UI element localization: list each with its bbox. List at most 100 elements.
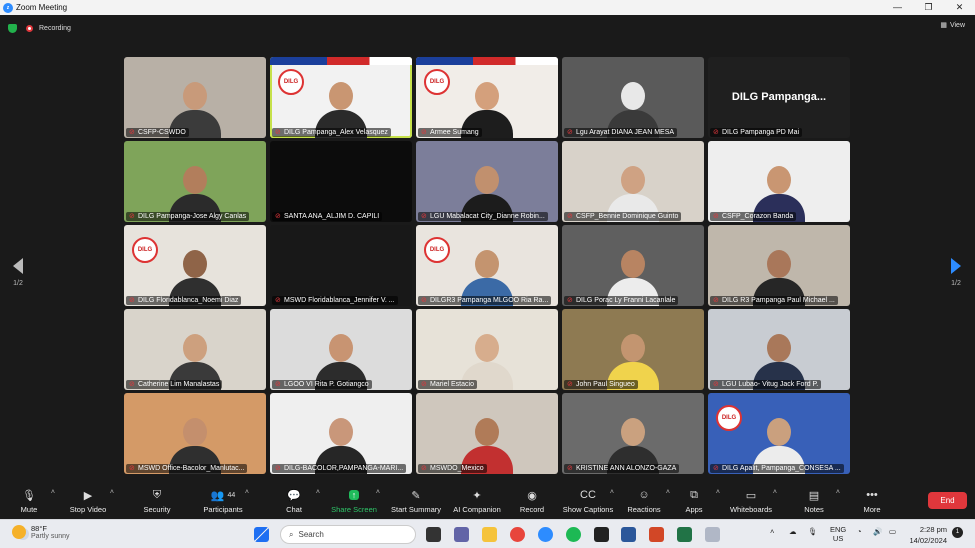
participants-icon-glyph: 👥	[210, 489, 225, 502]
person-head	[767, 166, 791, 194]
caret-up-icon[interactable]: ˄	[51, 489, 55, 496]
muted-mic-icon: ⊘	[567, 381, 573, 388]
start-summary-button[interactable]: ✎ Start Summary	[386, 488, 446, 515]
person-head	[183, 334, 207, 362]
show-captions-button[interactable]: CC Show Captions ˄	[558, 488, 618, 514]
more-dots-icon: •••	[866, 488, 878, 502]
chat-bubble-icon-glyph: 💬	[287, 489, 301, 502]
word-icon[interactable]	[621, 527, 636, 542]
weather-widget[interactable]: 88°F Partly sunny	[12, 524, 70, 540]
participant-tile[interactable]: ⊘ CSFP_Corazon Banda	[708, 141, 850, 222]
spotify-icon[interactable]	[566, 527, 581, 542]
participant-tile[interactable]: ⊘ DILG Pampanga-Jose Algy Canlas	[124, 141, 266, 222]
record-button[interactable]: ◉ Record	[502, 488, 562, 515]
participant-tile[interactable]: ⊘ KRISTINE ANN ALONZO-GAZA	[562, 393, 704, 474]
participant-tile[interactable]: ⊘ MSWDO_Mexico	[416, 393, 558, 474]
prev-page-button[interactable]: 1/2	[8, 258, 28, 287]
microphone-icon: 🎙	[22, 488, 36, 502]
share-screen-button[interactable]: ↑ Share Screen ˄	[324, 488, 384, 514]
end-meeting-button[interactable]: End	[928, 492, 967, 509]
participant-tile[interactable]: ⊘ CSFP_Bennie Dominique Guinto	[562, 141, 704, 222]
participant-tile[interactable]: ⊘ Mariel Estacio	[416, 309, 558, 390]
start-button-windows-icon[interactable]	[254, 527, 269, 542]
captions-icon: CC	[580, 488, 596, 502]
maximize-button[interactable]: ❐	[913, 0, 944, 15]
caret-up-icon[interactable]: ˄	[376, 489, 380, 496]
participant-tile[interactable]: ⊘ John Paul Singueo	[562, 309, 704, 390]
participant-tile[interactable]: ⊘ LGU Mabalacat City_Dianne Robin...	[416, 141, 558, 222]
participant-name-label: ⊘ Lgu Arayat DIANA JEAN MESA	[564, 128, 678, 137]
microphone-tray-icon[interactable]: 🎙	[808, 527, 818, 536]
excel-icon[interactable]	[677, 527, 692, 542]
participant-name-label: ⊘ LGOO VI Rita P. Gotiangco	[272, 380, 372, 389]
muted-mic-icon: ⊘	[713, 129, 719, 136]
show-hidden-icons-icon[interactable]: ˄	[770, 527, 774, 536]
participant-tile[interactable]: DILG ⊘ DILG Pampanga_Alex Velasquez	[270, 57, 412, 138]
clock-time: 2:28 pm	[919, 525, 947, 534]
apps-button[interactable]: ⧉ Apps ˄	[664, 488, 724, 515]
participant-tile[interactable]: ⊘ MSWD Office-Bacolor_Manlutac...	[124, 393, 266, 474]
muted-mic-icon: ⊘	[567, 297, 573, 304]
record-icon-glyph: ◉	[527, 489, 537, 502]
teams-icon[interactable]	[454, 527, 469, 542]
file-explorer-icon[interactable]	[482, 527, 497, 542]
zoom-taskbar-icon[interactable]	[538, 527, 553, 542]
snipping-tool-icon[interactable]	[705, 527, 720, 542]
participant-tile[interactable]: ⊘ DILG R3 Pampanga Paul Michael ...	[708, 225, 850, 306]
person-head	[475, 418, 499, 446]
battery-icon[interactable]: ▭	[889, 527, 896, 536]
wifi-icon[interactable]: ◔	[857, 527, 862, 536]
person-head	[621, 166, 645, 194]
mute-button[interactable]: 🎙 Mute ˄	[0, 488, 59, 514]
participant-tile[interactable]: ⊘ DILG-BACOLOR,PAMPANGA-MARI...	[270, 393, 412, 474]
record-label: Record	[519, 505, 545, 514]
participant-tile[interactable]: DILG Pampanga... ⊘ DILG Pampanga PD Mai	[708, 57, 850, 138]
participant-tile[interactable]: ⊘ MSWD Floridablanca_Jennifer V. ...	[270, 225, 412, 306]
notification-badge[interactable]: 1	[952, 527, 963, 538]
caret-up-icon[interactable]: ˄	[716, 489, 720, 496]
language-indicator[interactable]: ENG US	[830, 525, 846, 543]
taskbar-clock[interactable]: 2:28 pm 14/02/2024	[909, 524, 947, 546]
chrome-icon[interactable]	[510, 527, 525, 542]
security-button[interactable]: ⛨ Security	[127, 488, 187, 515]
sticky-notes-icon[interactable]	[594, 527, 609, 542]
participant-tile[interactable]: ⊘ Catherine Lim Manalastas	[124, 309, 266, 390]
ai-companion-button[interactable]: ✦ AI Companion	[447, 488, 507, 515]
caret-up-icon[interactable]: ˄	[773, 489, 777, 496]
minimize-button[interactable]: —	[882, 0, 913, 15]
participant-tile[interactable]: DILG ⊘ DILGR3 Pampanga MLGOO Ria Ra...	[416, 225, 558, 306]
participant-tile[interactable]: ⊘ LGU Lubao- Vitug Jack Ford P.	[708, 309, 850, 390]
caret-up-icon[interactable]: ˄	[245, 489, 249, 496]
volume-icon[interactable]: 🔊	[873, 527, 882, 536]
dilg-logo: DILG	[424, 237, 450, 263]
whiteboards-button[interactable]: ▭ Whiteboards ˄	[721, 488, 781, 514]
task-view-icon[interactable]	[426, 527, 441, 542]
stop-video-button[interactable]: ▶ Stop Video ˄	[58, 488, 118, 514]
participant-tile[interactable]: DILG ⊘ DILG Apalit, Pampanga_CONSESA ...	[708, 393, 850, 474]
taskbar-search[interactable]: ⌕ Search	[280, 525, 416, 544]
more-button[interactable]: ••• More	[842, 488, 902, 514]
participant-tile[interactable]: ⊘ SANTA ANA_ALJIM D. CAPILI	[270, 141, 412, 222]
whiteboard-icon: ▭	[746, 488, 756, 502]
participant-tile[interactable]: ⊘ LGOO VI Rita P. Gotiangco	[270, 309, 412, 390]
caret-up-icon[interactable]: ˄	[836, 489, 840, 496]
notes-button[interactable]: ▤ Notes ˄	[784, 488, 844, 514]
share-screen-icon: ↑	[348, 488, 360, 502]
caret-up-icon[interactable]: ˄	[316, 489, 320, 496]
powerpoint-icon[interactable]	[649, 527, 664, 542]
participant-tile[interactable]: ⊘ DILG Porac Ly Franni Lacanlale	[562, 225, 704, 306]
participant-tile[interactable]: ⊘ CSFP-CSWDO	[124, 57, 266, 138]
participant-tile[interactable]: DILG ⊘ DILG Floridablanca_Noemi Diaz	[124, 225, 266, 306]
cloud-icon[interactable]: ☁	[789, 527, 797, 536]
participants-button[interactable]: 👥 44 Participants ˄	[193, 488, 253, 514]
security-shield-icon[interactable]	[8, 23, 17, 33]
chat-button[interactable]: 💬 Chat ˄	[264, 488, 324, 514]
dilg-logo: DILG	[716, 405, 742, 431]
participant-tile[interactable]: ⊘ Lgu Arayat DIANA JEAN MESA	[562, 57, 704, 138]
muted-mic-icon: ⊘	[567, 129, 573, 136]
participant-tile[interactable]: DILG ⊘ Armee Sumang	[416, 57, 558, 138]
next-page-button[interactable]: 1/2	[946, 258, 966, 287]
view-button[interactable]: ▦ View	[940, 21, 965, 30]
close-button[interactable]: ✕	[944, 0, 975, 15]
caret-up-icon[interactable]: ˄	[110, 489, 114, 496]
